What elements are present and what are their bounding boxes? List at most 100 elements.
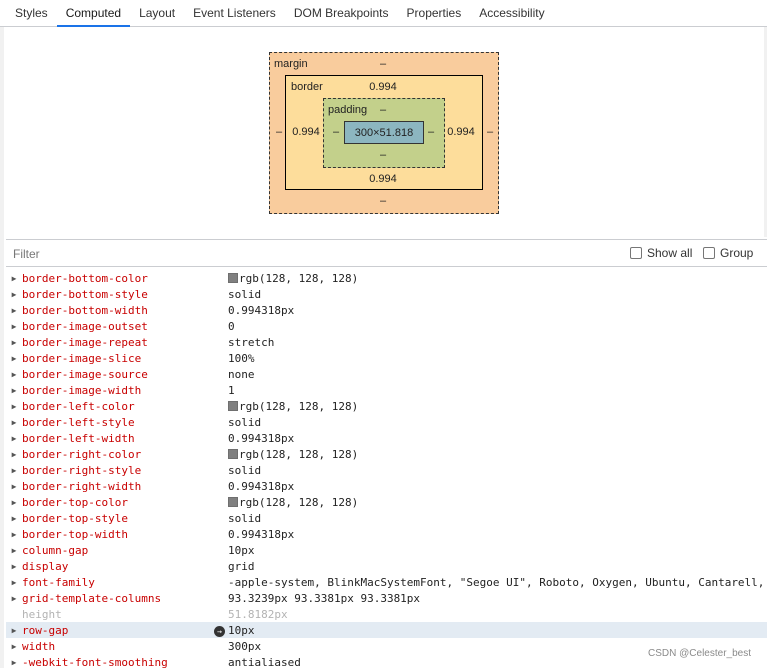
border-left-value[interactable]: 0.994 bbox=[292, 126, 320, 138]
property-name: row-gap bbox=[22, 623, 69, 637]
show-all-toggle[interactable]: Show all bbox=[630, 246, 692, 260]
expand-triangle-icon[interactable]: ▶ bbox=[6, 370, 22, 379]
property-value: grid bbox=[228, 560, 255, 573]
property-row[interactable]: ▶ border-left-style solid bbox=[6, 414, 767, 430]
padding-right-value[interactable]: – bbox=[428, 126, 434, 138]
box-model-content[interactable]: 300×51.818 bbox=[344, 121, 424, 144]
margin-left-value[interactable]: – bbox=[276, 126, 282, 138]
margin-bottom-value[interactable]: – bbox=[380, 195, 386, 207]
margin-right-value[interactable]: – bbox=[487, 126, 493, 138]
property-value-text: 10px bbox=[228, 543, 255, 557]
tab-properties[interactable]: Properties bbox=[398, 0, 471, 26]
expand-triangle-icon[interactable]: ▶ bbox=[6, 514, 22, 523]
expand-triangle-icon[interactable]: ▶ bbox=[6, 290, 22, 299]
property-value: 10px bbox=[228, 544, 255, 557]
expand-triangle-icon[interactable]: ▶ bbox=[6, 594, 22, 603]
expand-triangle-icon[interactable]: ▶ bbox=[6, 498, 22, 507]
property-value-text: 100% bbox=[228, 351, 255, 365]
property-name: border-image-slice bbox=[22, 351, 142, 365]
property-row[interactable]: ▶ border-image-source none bbox=[6, 366, 767, 382]
property-row[interactable]: ▶ border-bottom-color rgb(128, 128, 128) bbox=[6, 270, 767, 286]
expand-triangle-icon[interactable]: ▶ bbox=[6, 306, 22, 315]
expand-triangle-icon[interactable]: ▶ bbox=[6, 274, 22, 283]
property-value-text: rgb(128, 128, 128) bbox=[239, 271, 359, 285]
property-row[interactable]: ▶ border-image-slice 100% bbox=[6, 350, 767, 366]
property-row[interactable]: ▶ border-image-width 1 bbox=[6, 382, 767, 398]
margin-top-value[interactable]: – bbox=[380, 58, 386, 70]
color-swatch[interactable] bbox=[228, 273, 238, 283]
color-swatch[interactable] bbox=[228, 449, 238, 459]
show-all-checkbox[interactable] bbox=[630, 247, 642, 259]
property-row[interactable]: ▶ border-right-color rgb(128, 128, 128) bbox=[6, 446, 767, 462]
border-bottom-value[interactable]: 0.994 bbox=[369, 173, 397, 185]
property-row[interactable]: ▶ border-bottom-width 0.994318px bbox=[6, 302, 767, 318]
expand-triangle-icon[interactable]: ▶ bbox=[6, 530, 22, 539]
border-right-value[interactable]: 0.994 bbox=[447, 126, 475, 138]
property-value: rgb(128, 128, 128) bbox=[228, 272, 358, 285]
go-to-source-icon[interactable]: → bbox=[214, 625, 225, 637]
property-row[interactable]: ▶ border-top-style solid bbox=[6, 510, 767, 526]
expand-triangle-icon[interactable]: ▶ bbox=[6, 546, 22, 555]
expand-triangle-icon[interactable]: ▶ bbox=[6, 354, 22, 363]
property-row[interactable]: ▶ border-left-color rgb(128, 128, 128) bbox=[6, 398, 767, 414]
property-name: border-image-outset bbox=[22, 319, 148, 333]
expand-triangle-icon[interactable]: ▶ bbox=[6, 578, 22, 587]
expand-triangle-icon[interactable]: ▶ bbox=[6, 450, 22, 459]
padding-bottom-value[interactable]: – bbox=[380, 149, 386, 161]
expand-triangle-icon[interactable]: ▶ bbox=[6, 338, 22, 347]
property-row[interactable]: ▶ display grid bbox=[6, 558, 767, 574]
property-value: rgb(128, 128, 128) bbox=[228, 400, 358, 413]
expand-triangle-icon[interactable]: ▶ bbox=[6, 642, 22, 651]
property-row[interactable]: ▶ column-gap 10px bbox=[6, 542, 767, 558]
tab-accessibility[interactable]: Accessibility bbox=[470, 0, 553, 26]
tab-layout[interactable]: Layout bbox=[130, 0, 184, 26]
border-top-value[interactable]: 0.994 bbox=[369, 81, 397, 93]
property-row[interactable]: ▶ border-right-width 0.994318px bbox=[6, 478, 767, 494]
property-row[interactable]: ▶ border-image-outset 0 bbox=[6, 318, 767, 334]
color-swatch[interactable] bbox=[228, 401, 238, 411]
property-row[interactable]: ▶ border-right-style solid bbox=[6, 462, 767, 478]
group-toggle[interactable]: Group bbox=[703, 246, 753, 260]
expand-triangle-icon[interactable]: ▶ bbox=[6, 626, 22, 635]
property-name: border-right-width bbox=[22, 479, 142, 493]
group-checkbox[interactable] bbox=[703, 247, 715, 259]
expand-triangle-icon[interactable]: ▶ bbox=[6, 402, 22, 411]
property-value: 0.994318px bbox=[228, 304, 294, 317]
property-row[interactable]: ▶ row-gap → 10px bbox=[6, 622, 767, 638]
property-row[interactable]: ▶ border-image-repeat stretch bbox=[6, 334, 767, 350]
expand-triangle-icon[interactable]: ▶ bbox=[6, 562, 22, 571]
property-name: border-left-width bbox=[22, 431, 135, 445]
expand-triangle-icon[interactable]: ▶ bbox=[6, 466, 22, 475]
property-value: rgb(128, 128, 128) bbox=[228, 496, 358, 509]
property-value-text: 1 bbox=[228, 383, 235, 397]
padding-top-value[interactable]: – bbox=[380, 104, 386, 116]
expand-triangle-icon[interactable]: ▶ bbox=[6, 482, 22, 491]
property-row[interactable]: ▶ border-top-width 0.994318px bbox=[6, 526, 767, 542]
property-value-text: stretch bbox=[228, 335, 275, 349]
property-value-text: 0.994318px bbox=[228, 303, 295, 317]
color-swatch[interactable] bbox=[228, 497, 238, 507]
expand-triangle-icon[interactable]: ▶ bbox=[6, 418, 22, 427]
expand-triangle-icon[interactable]: ▶ bbox=[6, 322, 22, 331]
property-value-text: rgb(128, 128, 128) bbox=[239, 495, 359, 509]
tab-event-listeners[interactable]: Event Listeners bbox=[184, 0, 285, 26]
property-row[interactable]: ▶ grid-template-columns 93.3239px 93.3381p… bbox=[6, 590, 767, 606]
property-row[interactable]: ▶ border-bottom-style solid bbox=[6, 286, 767, 302]
property-row[interactable]: ▶ border-top-color rgb(128, 128, 128) bbox=[6, 494, 767, 510]
property-row[interactable]: ▶ font-family -apple-system, BlinkMacSyste… bbox=[6, 574, 767, 590]
filter-input[interactable] bbox=[6, 243, 566, 265]
tab-computed[interactable]: Computed bbox=[56, 0, 131, 27]
property-row[interactable]: height 51.8182px bbox=[6, 606, 767, 622]
property-value-text: solid bbox=[228, 511, 262, 525]
expand-triangle-icon[interactable]: ▶ bbox=[6, 658, 22, 667]
property-value: antialiased bbox=[228, 656, 301, 668]
property-row[interactable]: ▶ border-left-width 0.994318px bbox=[6, 430, 767, 446]
tab-styles[interactable]: Styles bbox=[6, 0, 57, 26]
property-value: → 10px bbox=[214, 624, 255, 637]
property-value: 51.8182px bbox=[228, 608, 288, 621]
expand-triangle-icon[interactable]: ▶ bbox=[6, 386, 22, 395]
padding-left-value[interactable]: – bbox=[333, 126, 339, 138]
property-value: 93.3239px 93.3381px 93.3381px bbox=[228, 592, 420, 605]
expand-triangle-icon[interactable]: ▶ bbox=[6, 434, 22, 443]
tab-dom-breakpoints[interactable]: DOM Breakpoints bbox=[285, 0, 398, 26]
